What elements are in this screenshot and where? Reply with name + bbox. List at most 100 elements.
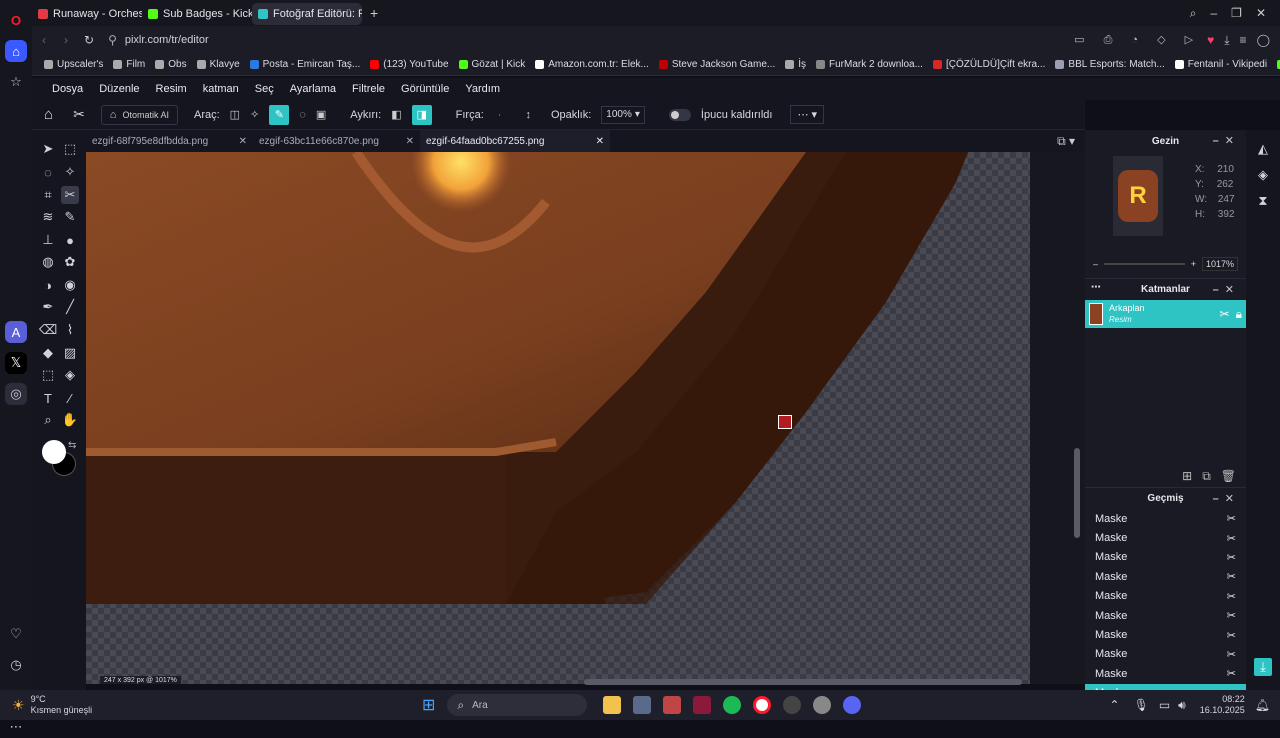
- invert-on-icon[interactable]: ◨: [411, 104, 432, 125]
- shape-tool-icon[interactable]: ⬚: [39, 366, 57, 384]
- arrange-tool-icon[interactable]: ➤: [39, 140, 57, 158]
- dodge-tool-icon[interactable]: ◑: [39, 276, 57, 294]
- cutout-tool-icon[interactable]: ✂: [61, 186, 79, 204]
- url-text[interactable]: pixlr.com/tr/editor: [125, 34, 209, 46]
- bookmark-item[interactable]: Gözat | Kick: [458, 59, 525, 70]
- steam-icon[interactable]: [783, 696, 802, 714]
- bookmark-item[interactable]: İş: [785, 59, 806, 70]
- volume-icon[interactable]: 🔊︎: [1178, 698, 1186, 713]
- history-row[interactable]: Maske ✂: [1085, 664, 1246, 683]
- menu-duzenle[interactable]: Düzenle: [99, 83, 139, 95]
- layout-icon[interactable]: ⧉ ▾: [1057, 134, 1075, 149]
- magic-wand-icon[interactable]: ✧: [250, 108, 259, 121]
- heart-fill-icon[interactable]: ♥: [1207, 33, 1214, 47]
- navigator-thumbnail[interactable]: R: [1113, 156, 1163, 236]
- heal-tool-icon[interactable]: ✎: [61, 208, 79, 226]
- more-options-button[interactable]: ⋯ ▾: [790, 105, 825, 124]
- download-icon[interactable]: ⤓: [1224, 33, 1229, 48]
- zoom-in-icon[interactable]: +: [1191, 259, 1196, 269]
- search-icon[interactable]: ⌕: [1190, 6, 1197, 21]
- delete-layer-icon[interactable]: 🗑︎: [1221, 469, 1236, 483]
- hand-tool-icon[interactable]: ✋: [61, 411, 79, 429]
- restore-icon[interactable]: ❐: [1231, 6, 1242, 20]
- brush-tool-icon[interactable]: ╱: [61, 298, 79, 316]
- auto-ai-button[interactable]: ⌂ Otomatik AI: [100, 104, 178, 125]
- aria-icon[interactable]: A: [5, 321, 27, 343]
- duplicate-layer-icon[interactable]: ⧉: [1202, 469, 1211, 484]
- opera-logo-icon[interactable]: O: [5, 9, 27, 31]
- history-row[interactable]: Maske ✂: [1085, 606, 1246, 625]
- lasso-tool-icon[interactable]: ◌: [39, 163, 57, 181]
- history-row[interactable]: Maske ✂: [1085, 645, 1246, 664]
- extensions-icons[interactable]: ▭ ⎙ ◔ ◇ ▷: [1074, 33, 1201, 47]
- spotify-icon[interactable]: [723, 696, 742, 714]
- panel-controls[interactable]: –✕: [1213, 134, 1240, 147]
- menu-goruntule[interactable]: Görüntüle: [401, 83, 449, 95]
- history-row[interactable]: Maske ✂: [1085, 567, 1246, 586]
- close-icon[interactable]: ✕: [239, 136, 247, 147]
- app-icon[interactable]: [663, 696, 682, 714]
- swap-colors-icon[interactable]: ⇆: [68, 440, 76, 451]
- weather-widget[interactable]: ☀ 9°C Kısmen güneşli: [0, 694, 200, 716]
- heart-icon[interactable]: ♡: [5, 623, 27, 645]
- clone-tool-icon[interactable]: ✿: [61, 253, 79, 271]
- home-icon[interactable]: ⌂: [5, 40, 27, 62]
- wand-tool-icon[interactable]: ✧: [61, 163, 79, 181]
- bookmark-item[interactable]: Upscaler's: [44, 59, 103, 70]
- zoom-tool-icon[interactable]: ⌕: [39, 411, 57, 429]
- history-icon[interactable]: ◷: [5, 654, 27, 676]
- zoom-slider[interactable]: [1104, 263, 1185, 265]
- eyedropper-tool-icon[interactable]: ⁄: [61, 389, 79, 407]
- browser-tab-active[interactable]: Fotoğraf Editörü: Pixlr E: [252, 3, 362, 25]
- brush-mode-icon[interactable]: ✎: [269, 104, 290, 125]
- notification-icon[interactable]: 🔔︎: [1255, 698, 1270, 712]
- bookmark-item[interactable]: Film: [113, 59, 145, 70]
- profile-icon[interactable]: ◯: [1257, 33, 1270, 47]
- history-row[interactable]: Maske ✂: [1085, 509, 1246, 528]
- bookmark-item[interactable]: Obs: [155, 59, 187, 70]
- gradient-tool-icon[interactable]: ▨: [61, 344, 79, 362]
- history-row[interactable]: Maske ✂: [1085, 587, 1246, 606]
- smudge-tool-icon[interactable]: ⌇: [61, 321, 79, 339]
- add-layer-icon[interactable]: ⊞: [1182, 469, 1192, 483]
- bookmark-item[interactable]: FurMark 2 downloa...: [816, 59, 923, 70]
- lock-icon[interactable]: 🔒︎: [1236, 307, 1242, 322]
- obs-icon[interactable]: [813, 696, 832, 714]
- history-row[interactable]: Maske ✂: [1085, 625, 1246, 644]
- star-icon[interactable]: ☆: [5, 71, 27, 93]
- music-icon[interactable]: ◎: [5, 383, 27, 405]
- sponge-tool-icon[interactable]: ◉: [61, 276, 79, 294]
- bookmark-item[interactable]: (123) YouTube: [370, 59, 449, 70]
- zoom-out-icon[interactable]: –: [1093, 259, 1098, 269]
- text-tool-icon[interactable]: T: [39, 389, 57, 407]
- clock[interactable]: 08:22 16.10.2025: [1200, 694, 1245, 716]
- browser-tab[interactable]: Runaway - Orchestral: [32, 3, 142, 25]
- foreground-color-swatch[interactable]: [42, 440, 66, 464]
- vertical-scrollbar[interactable]: [1074, 448, 1080, 538]
- bookmark-item[interactable]: [ÇÖZÜLDÜ]Çift ekra...: [932, 59, 1045, 70]
- brush-arrow-icon[interactable]: ↕: [525, 109, 531, 121]
- erase-mode-icon[interactable]: ◫: [230, 108, 240, 121]
- opera-icon[interactable]: [753, 696, 772, 714]
- bookmark-item[interactable]: Steve Jackson Game...: [658, 59, 775, 70]
- new-tab-button[interactable]: +: [370, 5, 378, 21]
- download-icon[interactable]: ⤓: [1254, 658, 1272, 676]
- pen-tool-icon[interactable]: ✒: [39, 298, 57, 316]
- bookmark-item[interactable]: Posta - Emircan Taş...: [249, 59, 360, 70]
- menu-resim[interactable]: Resim: [156, 83, 187, 95]
- close-icon[interactable]: ✕: [596, 136, 604, 147]
- menu-ayarlama[interactable]: Ayarlama: [290, 83, 336, 95]
- hint-toggle[interactable]: [668, 108, 691, 121]
- close-icon[interactable]: ✕: [406, 136, 414, 147]
- eraser-tool-icon[interactable]: ⌫: [39, 321, 57, 339]
- bookmark-item[interactable]: Klavye: [196, 59, 240, 70]
- menu-filtrele[interactable]: Filtrele: [352, 83, 385, 95]
- crop-tool-icon[interactable]: ⌗: [39, 186, 57, 204]
- taskbar-search[interactable]: ⌕ Ara: [447, 694, 588, 716]
- fill-tool-icon[interactable]: ◆: [39, 344, 57, 362]
- settings-icon[interactable]: [633, 696, 652, 714]
- menu-sec[interactable]: Seç: [255, 83, 274, 95]
- sticker-tool-icon[interactable]: ◈: [61, 366, 79, 384]
- doc-tab[interactable]: ezgif-63bc11e66c870e.png ✕: [253, 130, 420, 152]
- panel-controls[interactable]: –✕: [1213, 283, 1240, 296]
